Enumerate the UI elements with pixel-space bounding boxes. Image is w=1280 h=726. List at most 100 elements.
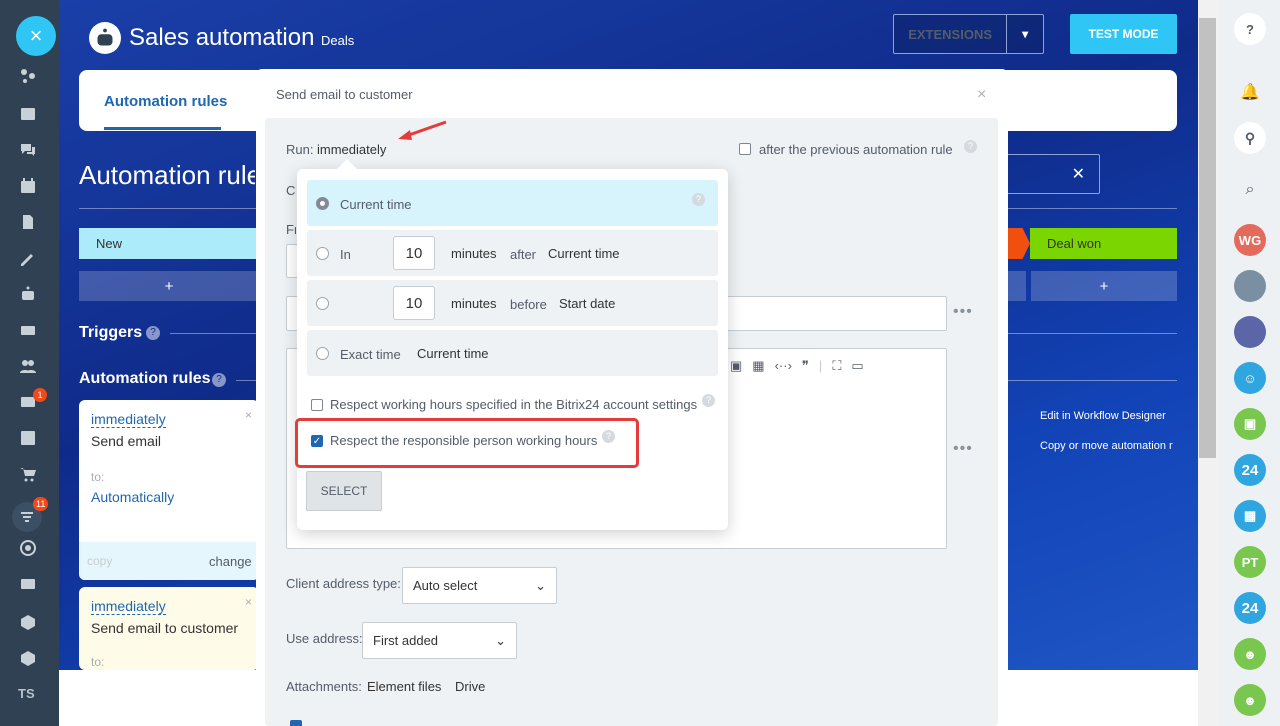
select-button[interactable]: SELECT (306, 471, 382, 511)
page-title: Automation rules (79, 160, 255, 190)
before-base-link[interactable]: Start date (559, 296, 615, 311)
rule-card[interactable]: immediately × Send email to: Automatical… (79, 400, 259, 580)
b24-icon[interactable]: 24 (1234, 592, 1266, 624)
stage-new: New (79, 228, 259, 259)
use-address-label: Use address: (286, 631, 363, 646)
after-previous-checkbox[interactable] (739, 143, 751, 155)
help-icon[interactable]: ? (702, 394, 715, 407)
video-icon[interactable]: ▭ (851, 358, 863, 374)
use-address-select[interactable]: First added ⌄ (362, 622, 517, 659)
activity-stream-icon[interactable] (18, 66, 38, 86)
attach-drive-link[interactable]: Drive (455, 679, 485, 694)
chevron-down-icon[interactable]: ▾ (1006, 15, 1043, 53)
group-icon[interactable]: ☻ (1234, 684, 1266, 716)
automation-rules-heading: Automation rules (79, 370, 211, 387)
calendar-icon[interactable]: ▦ (1234, 500, 1266, 532)
drive-icon[interactable] (18, 320, 38, 340)
fullscreen-icon[interactable]: ⛶ (832, 358, 841, 374)
avatar[interactable]: WG (1234, 224, 1266, 256)
in-base-link[interactable]: Current time (548, 246, 620, 261)
radio-in[interactable] (316, 247, 329, 260)
avatar[interactable] (1234, 270, 1266, 302)
edit-workflow-designer-link[interactable]: Edit in Workflow Designer (1040, 410, 1166, 422)
radio-exact-time[interactable] (316, 347, 329, 360)
shop-icon[interactable] (18, 464, 38, 484)
exact-time-link[interactable]: Current time (417, 346, 489, 361)
box-icon[interactable] (18, 612, 38, 632)
red-arrow-annotation (398, 120, 447, 140)
editor-toolbar: ▣ ▦ ‹··› ❞ | ⛶ ▭ (730, 358, 864, 374)
employees-icon[interactable] (18, 356, 38, 376)
add-trigger-button-won[interactable]: + (1031, 271, 1177, 301)
robot-logo-icon (89, 22, 121, 54)
image-icon[interactable]: ▣ (730, 358, 742, 374)
target-icon[interactable] (18, 538, 38, 558)
before-minutes-input[interactable]: 10 (393, 286, 435, 320)
after-previous-label: after the previous automation rule (759, 142, 953, 157)
rule-card[interactable]: immediately × Send email to customer to: (79, 587, 259, 670)
attach-element-files-link[interactable]: Element files (367, 679, 441, 694)
close-slider-button[interactable]: × (16, 16, 56, 56)
documents-icon[interactable] (18, 212, 38, 232)
add-trigger-button[interactable]: + (79, 271, 259, 301)
tab-automation-rules[interactable]: Automation rules (104, 93, 227, 110)
rule-when-link[interactable]: immediately (91, 598, 166, 615)
b24-icon[interactable]: 24 (1234, 454, 1266, 486)
extensions-button[interactable]: EXTENSIONS ▾ (893, 14, 1044, 54)
more-icon[interactable]: ••• (953, 303, 973, 321)
filter-clear-icon[interactable]: ✕ (1000, 154, 1100, 194)
help-icon[interactable]: ? (212, 373, 226, 387)
group-chat-icon[interactable]: ☺ (1234, 362, 1266, 394)
copy-link[interactable]: copy (87, 554, 112, 568)
box2-icon[interactable] (18, 648, 38, 668)
header-subtitle: Deals (321, 33, 355, 48)
help-icon[interactable]: ? (1234, 13, 1266, 45)
quote-icon[interactable]: ❞ (802, 358, 809, 374)
user-initials[interactable]: TS (18, 686, 35, 701)
help-icon[interactable]: ? (964, 140, 977, 153)
in-unit-link[interactable]: minutes (451, 246, 497, 261)
test-mode-button[interactable]: TEST MODE (1070, 14, 1177, 54)
close-icon[interactable]: × (977, 86, 986, 104)
scrollbar-thumb[interactable] (1199, 18, 1216, 458)
copy-move-rules-link[interactable]: Copy or move automation r (1040, 440, 1177, 452)
avatar[interactable]: PT (1234, 546, 1266, 578)
help-icon[interactable]: ? (692, 193, 705, 206)
close-icon[interactable]: × (245, 408, 252, 422)
calendar-icon[interactable] (18, 176, 38, 196)
news-icon[interactable] (18, 104, 38, 124)
respect-account-hours-checkbox[interactable] (311, 399, 323, 411)
help-icon[interactable]: ? (602, 430, 615, 443)
change-link[interactable]: change (209, 554, 252, 569)
add-trigger-button-partial[interactable] (1008, 271, 1026, 301)
code-icon[interactable]: ‹··› (775, 358, 792, 374)
in-minutes-input[interactable]: 10 (393, 236, 435, 270)
radio-before[interactable] (316, 297, 329, 310)
contact-card-icon[interactable] (18, 574, 38, 594)
chat-search-icon[interactable]: ⚲ (1234, 122, 1266, 154)
radio-current-time[interactable] (316, 197, 329, 210)
sign-icon[interactable] (18, 248, 38, 268)
client-address-type-label: Client address type: (286, 576, 401, 591)
bell-icon[interactable]: 🔔 (1240, 82, 1260, 102)
divider (1008, 333, 1177, 334)
tasks-icon[interactable] (18, 428, 38, 448)
search-icon[interactable]: ⌕ (1240, 180, 1260, 200)
group-icon[interactable]: ☻ (1234, 638, 1266, 670)
help-icon[interactable]: ? (146, 326, 160, 340)
run-value-link[interactable]: immediately (317, 142, 386, 157)
close-icon[interactable]: × (245, 595, 252, 609)
respect-responsible-hours-checkbox[interactable]: ✓ (311, 435, 323, 447)
rule-to-label: to: (91, 470, 105, 484)
before-unit-link[interactable]: minutes (451, 296, 497, 311)
avatar[interactable] (1234, 316, 1266, 348)
rule-when-link[interactable]: immediately (91, 411, 166, 428)
scrollbar[interactable] (1198, 0, 1218, 726)
robot-icon[interactable] (18, 284, 38, 304)
calendar-chat-icon[interactable]: ▣ (1234, 408, 1266, 440)
more-icon[interactable]: ••• (953, 440, 973, 458)
table-icon[interactable]: ▦ (752, 358, 764, 374)
partial-checkbox[interactable] (290, 720, 302, 726)
client-address-type-select[interactable]: Auto select ⌄ (402, 567, 557, 604)
chat-icon[interactable] (18, 140, 38, 160)
